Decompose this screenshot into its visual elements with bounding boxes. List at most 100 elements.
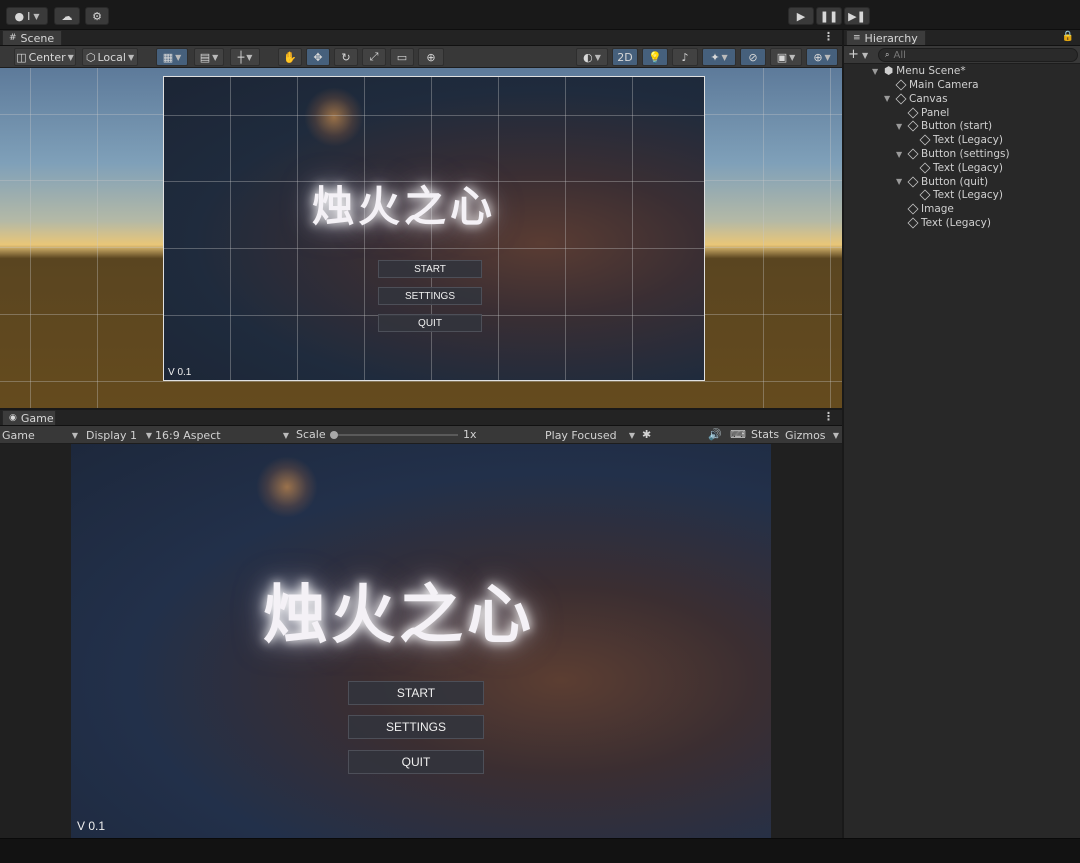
view-select[interactable]: Game ▼ (2, 427, 78, 443)
settings-button[interactable]: SETTINGS (378, 287, 482, 305)
hierarchy-item[interactable]: ▼ Canvas (884, 92, 948, 106)
account-label: I (27, 9, 31, 23)
camera-dropdown[interactable]: ▣ ▼ (770, 48, 802, 66)
scene-toolbar: ◫ Center ▼ ⬡ Local ▼ ▦ ▼ ▤ ▼ ┼ ▼ ✋ ✥ ↻ ⤢ ▭ … (0, 46, 842, 68)
hand-icon: ✋ (283, 50, 297, 64)
chevron-down-icon[interactable]: ▼ (862, 51, 868, 60)
grid-line (164, 248, 704, 249)
tab-scene[interactable]: # Scene (2, 30, 62, 45)
tab-game[interactable]: ◉ Game (2, 410, 56, 425)
expand-triangle-icon[interactable]: ▼ (896, 177, 905, 186)
rect-tool-button[interactable]: ▭ (390, 48, 414, 66)
grid-line (0, 381, 842, 382)
expand-triangle-icon[interactable]: ▼ (896, 150, 905, 159)
lock-icon[interactable]: 🔒 (1062, 31, 1074, 42)
game-menu-button[interactable]: ⋮ (823, 410, 834, 423)
gameobject-cube-icon (895, 93, 907, 105)
hierarchy-item[interactable]: Main Camera (884, 78, 979, 92)
grid-snap-icon: ▦ (162, 50, 174, 64)
quit-button[interactable]: QUIT (348, 750, 484, 774)
hierarchy-item[interactable]: Text (Legacy) (908, 133, 1003, 147)
cloud-button[interactable]: ☁ (54, 7, 80, 25)
expand-triangle-icon[interactable]: ▼ (872, 67, 881, 76)
move-tool-button[interactable]: ✥ (306, 48, 330, 66)
game-canvas[interactable]: 烛火之心 START SETTINGS QUIT V 0.1 (71, 444, 771, 838)
space-dropdown[interactable]: ⬡ Local ▼ (82, 48, 138, 66)
align-dropdown[interactable]: ┼ ▼ (230, 48, 260, 66)
draw-mode-dropdown[interactable]: ◐ ▼ (576, 48, 608, 66)
scale-icon: ⤢ (369, 50, 379, 63)
aspect-select[interactable]: 16:9 Aspect ▼ (155, 427, 289, 443)
pivot-label: Center (28, 50, 66, 64)
hierarchy-item-label: Image (921, 203, 954, 216)
settings-button[interactable]: SETTINGS (348, 715, 484, 739)
audio-toggle[interactable]: ♪ (672, 48, 698, 66)
gizmos-dropdown[interactable]: Gizmos ▼ (785, 427, 839, 443)
hierarchy-item[interactable]: ▼ Button (quit) (896, 175, 988, 189)
chevron-down-icon: ▼ (67, 52, 74, 62)
grid-line (297, 77, 298, 380)
scale-slider-track (330, 434, 458, 436)
services-button[interactable]: ⚙ (85, 7, 109, 25)
chevron-down-icon: ▼ (212, 52, 219, 62)
start-button[interactable]: START (348, 681, 484, 705)
visibility-toggle[interactable]: ⊘ (740, 48, 766, 66)
scale-tool-button[interactable]: ⤢ (362, 48, 386, 66)
hierarchy-item[interactable]: ▼ Button (settings) (896, 147, 1010, 161)
scene-viewport[interactable]: 烛火之心 START SETTINGS QUIT V 0.1 (0, 68, 842, 408)
step-button[interactable]: ▶❚ (844, 7, 870, 25)
scale-label: Scale (296, 428, 326, 441)
gamepad-icon: ◉ (9, 413, 17, 423)
globe-icon: ⊕ (813, 50, 823, 64)
scale-slider[interactable] (330, 431, 458, 439)
grid-line (632, 77, 633, 380)
tab-hierarchy[interactable]: ≡ Hierarchy (846, 30, 926, 45)
pivot-dropdown[interactable]: ◫ Center ▼ (14, 48, 76, 66)
quit-button[interactable]: QUIT (378, 314, 482, 332)
space-label: Local (97, 50, 126, 64)
transform-tool-button[interactable]: ⊕ (418, 48, 444, 66)
audio-icon: ♪ (681, 50, 689, 64)
speaker-icon[interactable]: 🔊 (708, 428, 722, 441)
stats-button[interactable]: Stats (751, 428, 779, 441)
game-title-logo: 烛火之心 (312, 182, 497, 231)
hierarchy-search-input[interactable]: ⌕ All (878, 48, 1078, 62)
hierarchy-item[interactable]: Text (Legacy) (896, 216, 991, 230)
hand-tool-button[interactable]: ✋ (278, 48, 302, 66)
hierarchy-scene-row[interactable]: ▼ ⬢ Menu Scene* (872, 64, 966, 78)
expand-triangle-icon[interactable]: ▼ (884, 94, 893, 103)
bug-icon[interactable]: ✱ (642, 428, 651, 441)
grid-snap-dropdown[interactable]: ▦ ▼ (156, 48, 188, 66)
gizmos-label: Gizmos (785, 428, 826, 442)
scene-menu-button[interactable]: ⋮ (823, 30, 834, 43)
lighting-toggle[interactable]: 💡 (642, 48, 668, 66)
gameobject-cube-icon (907, 217, 919, 229)
account-dropdown[interactable]: ● I ▼ (6, 7, 48, 25)
gizmos-dropdown[interactable]: ⊕ ▼ (806, 48, 838, 66)
candle-glow (256, 456, 318, 518)
hierarchy-item[interactable]: Text (Legacy) (908, 161, 1003, 175)
expand-triangle-icon[interactable]: ▼ (896, 122, 905, 131)
rotate-tool-button[interactable]: ↻ (334, 48, 358, 66)
pause-button[interactable]: ❚❚ (816, 7, 842, 25)
hierarchy-item[interactable]: Image (896, 202, 954, 216)
chevron-down-icon: ▼ (594, 52, 601, 62)
hierarchy-item[interactable]: Panel (896, 106, 949, 120)
mode-2d-toggle[interactable]: 2D (612, 48, 638, 66)
chevron-down-icon: ▼ (175, 52, 182, 62)
keyboard-icon[interactable]: ⌨ (730, 428, 746, 441)
start-button[interactable]: START (378, 260, 482, 278)
hierarchy-item[interactable]: ▼ Button (start) (896, 119, 992, 133)
display-select[interactable]: Display 1 ▼ (86, 427, 152, 443)
increment-snap-dropdown[interactable]: ▤ ▼ (194, 48, 224, 66)
scene-canvas-preview[interactable]: 烛火之心 START SETTINGS QUIT V 0.1 (163, 76, 705, 381)
version-label: V 0.1 (168, 367, 192, 378)
play-button[interactable]: ▶ (788, 7, 814, 25)
scale-slider-handle[interactable] (330, 431, 338, 439)
move-icon: ✥ (313, 50, 323, 64)
add-button[interactable]: + (848, 47, 859, 62)
hierarchy-tabstrip: ≡ Hierarchy 🔒 (844, 30, 1080, 46)
hierarchy-item[interactable]: Text (Legacy) (908, 188, 1003, 202)
effects-dropdown[interactable]: ✦ ▼ (702, 48, 736, 66)
play-mode-select[interactable]: Play Focused ▼ (545, 427, 635, 443)
